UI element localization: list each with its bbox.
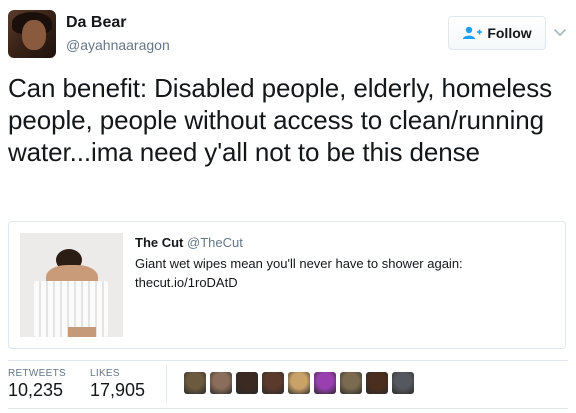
author-handle[interactable]: @ayahnaaragon xyxy=(66,37,170,53)
liker-avatar[interactable] xyxy=(262,372,284,394)
liker-avatar[interactable] xyxy=(340,372,362,394)
retweets-count[interactable]: 10,235 xyxy=(8,380,63,401)
quoted-tweet-text: Giant wet wipes mean you'll never have t… xyxy=(135,254,555,292)
likes-label[interactable]: LIKES xyxy=(90,368,120,379)
liker-avatars xyxy=(184,372,414,394)
stats-divider-top xyxy=(8,360,568,361)
add-user-icon xyxy=(463,26,483,39)
liker-avatar[interactable] xyxy=(210,372,232,394)
thumbnail-legs xyxy=(68,327,96,337)
quoted-author[interactable]: The Cut @TheCut xyxy=(135,235,243,250)
quoted-author-name: The Cut xyxy=(135,235,184,250)
quoted-tweet-link[interactable]: thecut.io/1roDAtD xyxy=(135,275,238,290)
liker-avatar[interactable] xyxy=(236,372,258,394)
tweet-card: Da Bear @ayahnaaragon Follow Can benefit… xyxy=(0,0,576,413)
likes-count[interactable]: 17,905 xyxy=(90,380,145,401)
follow-button-label: Follow xyxy=(487,25,532,41)
quoted-tweet-body: Giant wet wipes mean you'll never have t… xyxy=(135,256,463,271)
liker-avatar[interactable] xyxy=(184,372,206,394)
author-name[interactable]: Da Bear xyxy=(66,14,126,32)
avatar[interactable] xyxy=(8,10,56,58)
follow-button[interactable]: Follow xyxy=(448,16,546,50)
quoted-tweet-thumbnail[interactable] xyxy=(20,233,123,337)
liker-avatar[interactable] xyxy=(392,372,414,394)
retweets-label[interactable]: RETWEETS xyxy=(8,368,66,379)
stats-divider-bottom xyxy=(8,408,568,409)
tweet-text: Can benefit: Disabled people, elderly, h… xyxy=(8,73,553,167)
liker-avatar[interactable] xyxy=(366,372,388,394)
avatar-face xyxy=(22,20,46,50)
liker-avatar[interactable] xyxy=(314,372,336,394)
stats-vertical-divider xyxy=(166,366,167,402)
chevron-down-icon[interactable] xyxy=(552,24,568,40)
quoted-author-handle: @TheCut xyxy=(187,235,243,250)
quoted-tweet[interactable]: The Cut @TheCut Giant wet wipes mean you… xyxy=(8,221,566,349)
liker-avatar[interactable] xyxy=(288,372,310,394)
